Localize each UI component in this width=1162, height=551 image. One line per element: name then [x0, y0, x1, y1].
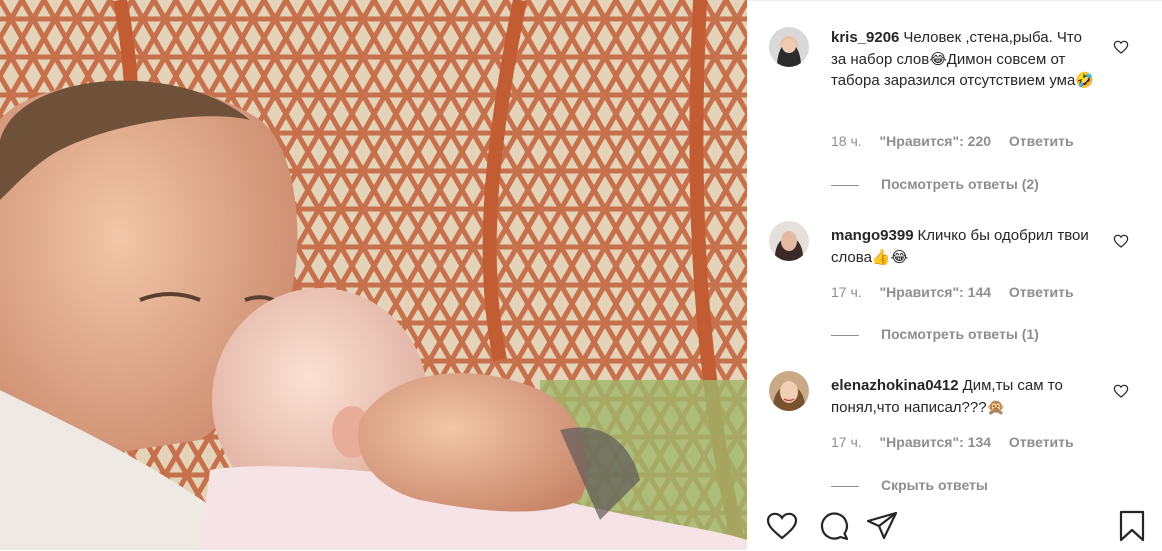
comment-time[interactable]: 18 ч. [831, 133, 862, 149]
avatar[interactable] [769, 221, 809, 261]
view-replies-button[interactable]: Посмотреть ответы (1) [831, 326, 1039, 342]
comment-username[interactable]: mango9399 [831, 227, 914, 244]
comment-icon[interactable] [817, 509, 851, 543]
comments-panel: kris_9206 Человек ,стена,рыба. Что за наб… [747, 0, 1162, 551]
comment-meta: 17 ч. "Нравится": 134 Ответить [831, 434, 1088, 450]
comment-username[interactable]: elenazhokina0412 [831, 377, 959, 394]
view-replies-label: Посмотреть ответы (1) [881, 326, 1039, 342]
heart-icon[interactable] [1113, 383, 1129, 399]
heart-icon[interactable] [1113, 39, 1129, 55]
avatar[interactable] [769, 27, 809, 67]
hide-replies-button[interactable]: Скрыть ответы [831, 477, 988, 493]
comment-meta: 17 ч. "Нравится": 144 Ответить [831, 284, 1088, 300]
divider-line [831, 334, 859, 336]
comment-likes[interactable]: "Нравится": 134 [880, 434, 991, 450]
hide-replies-label: Скрыть ответы [881, 477, 988, 493]
reply-button[interactable]: Ответить [1009, 434, 1074, 450]
comment-text: kris_9206 Человек ,стена,рыба. Что за наб… [831, 27, 1099, 92]
comment-username[interactable]: kris_9206 [831, 29, 899, 46]
heart-icon[interactable] [765, 509, 799, 543]
bookmark-icon[interactable] [1115, 509, 1149, 543]
comment-meta: 18 ч. "Нравится": 220 Ответить [831, 133, 1088, 149]
comment-likes[interactable]: "Нравится": 220 [880, 133, 991, 149]
view-replies-button[interactable]: Посмотреть ответы (2) [831, 176, 1039, 192]
view-replies-label: Посмотреть ответы (2) [881, 176, 1039, 192]
comment-time[interactable]: 17 ч. [831, 284, 862, 300]
comment-text: mango9399 Кличко бы одобрил твои слова👍😂 [831, 225, 1099, 268]
reply-button[interactable]: Ответить [1009, 284, 1074, 300]
send-icon[interactable] [865, 509, 899, 543]
comment-text: elenazhokina0412 Дим,ты сам то понял,что … [831, 375, 1099, 418]
comments-list[interactable]: kris_9206 Человек ,стена,рыба. Что за наб… [747, 1, 1162, 501]
comment-likes[interactable]: "Нравится": 144 [880, 284, 991, 300]
divider-line [831, 184, 859, 186]
avatar[interactable] [769, 371, 809, 411]
divider-line [831, 485, 859, 487]
action-bar [747, 501, 1162, 551]
reply-button[interactable]: Ответить [1009, 133, 1074, 149]
heart-icon[interactable] [1113, 233, 1129, 249]
comment-time[interactable]: 17 ч. [831, 434, 862, 450]
post-photo[interactable] [0, 0, 747, 550]
